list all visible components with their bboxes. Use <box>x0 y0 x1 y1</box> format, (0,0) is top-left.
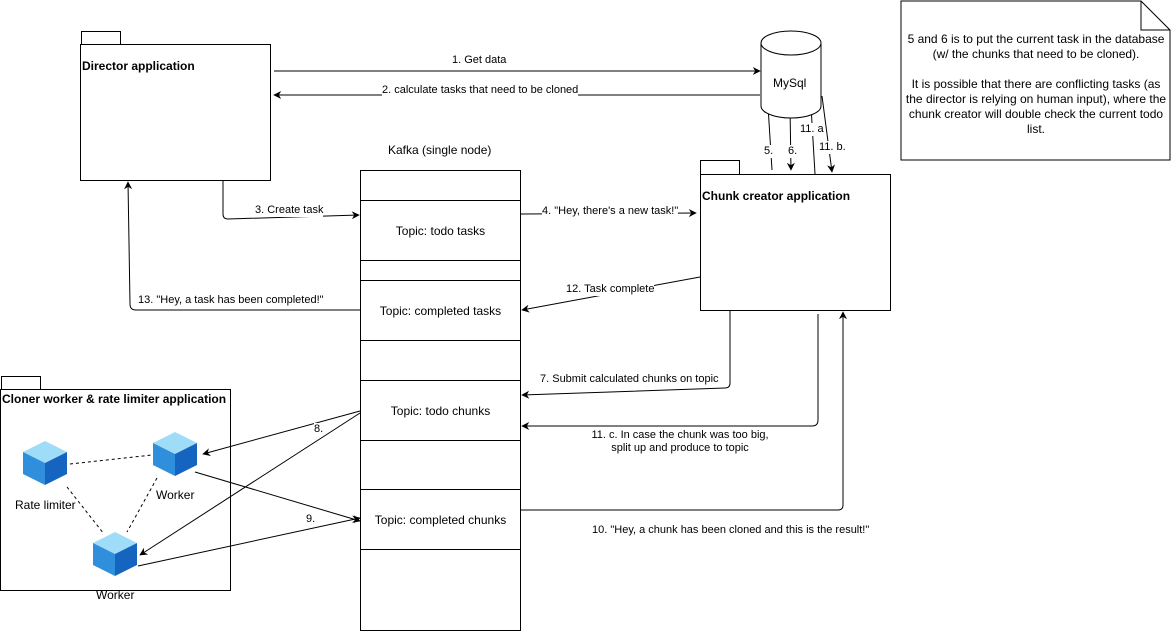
topic-completed-chunks-label: Topic: completed chunks <box>374 512 507 527</box>
edge-10-label: 10. "Hey, a chunk has been cloned and th… <box>592 524 870 536</box>
edge-11c-label-line1: 11. c. In case the chunk was too big, <box>591 429 769 441</box>
kafka-title: Kafka (single node) <box>388 143 492 157</box>
topic-todo-chunks[interactable]: Topic: todo chunks <box>360 380 521 441</box>
director-title: Director application <box>82 59 195 73</box>
edge-7-label: 7. Submit calculated chunks on topic <box>540 373 719 386</box>
edge-13-line <box>124 181 360 311</box>
note-line-1: 5 and 6 is to put the current task in th… <box>907 32 1165 61</box>
edge-11c-label-line2: split up and produce to topic <box>611 442 749 454</box>
kafka-cell-empty-4 <box>360 440 521 490</box>
edge-1-label: 1. Get data <box>452 54 507 67</box>
note-text: 5 and 6 is to put the current task in th… <box>904 32 1168 137</box>
mysql-cylinder <box>760 30 822 119</box>
edge-11c-line <box>521 314 819 430</box>
mysql-label: MySql <box>773 76 807 90</box>
topic-completed-tasks[interactable]: Topic: completed tasks <box>360 280 521 341</box>
edge-2-label: 2. calculate tasks that need to be clone… <box>382 84 579 97</box>
edge-4-label: 4. "Hey, there's a new task!" <box>542 205 679 218</box>
edge-13-label: 13. "Hey, a task has been completed!" <box>138 294 324 307</box>
topic-completed-chunks[interactable]: Topic: completed chunks <box>360 489 521 550</box>
edge-11c-label: 11. c. In case the chunk was too big, sp… <box>575 429 785 455</box>
topic-todo-tasks[interactable]: Topic: todo tasks <box>360 200 521 261</box>
kafka-cell-empty-3 <box>360 340 521 381</box>
kafka-cell-empty-1 <box>360 170 521 201</box>
edge-5-label: 5. <box>764 145 774 158</box>
cloner-package[interactable] <box>0 389 231 591</box>
edge-10-line <box>521 311 847 511</box>
chunk-creator-package-tab <box>700 160 740 175</box>
rate-limiter-label: Rate limiter <box>15 498 76 512</box>
edge-3-label: 3. Create task <box>255 204 324 217</box>
topic-todo-chunks-label: Topic: todo chunks <box>390 403 491 418</box>
edge-11a-line <box>807 105 816 175</box>
edge-11b-label: 11. b. <box>819 141 846 154</box>
edge-11a-label: 11. a <box>800 123 824 136</box>
worker-bottom-label: Worker <box>96 588 135 602</box>
edge-8-label: 8. <box>314 423 324 436</box>
edge-6-label: 6. <box>788 145 798 158</box>
cloner-package-tab <box>1 376 41 390</box>
edge-12-label: 12. Task complete <box>566 283 655 296</box>
topic-completed-tasks-label: Topic: completed tasks <box>379 303 502 318</box>
kafka-cell-empty-2 <box>360 260 521 281</box>
kafka-cell-empty-5 <box>360 549 521 631</box>
cloner-title: Cloner worker & rate limiter application <box>2 392 227 406</box>
worker-top-label: Worker <box>156 488 195 502</box>
edge-9-label: 9. <box>306 513 316 526</box>
note-line-2: It is possible that there are conflictin… <box>905 77 1167 136</box>
chunk-creator-title: Chunk creator application <box>702 189 851 203</box>
topic-todo-tasks-label: Topic: todo tasks <box>395 223 486 238</box>
director-package-tab <box>81 31 121 45</box>
diagram-canvas: Director application Chunk creator appli… <box>0 0 1171 631</box>
